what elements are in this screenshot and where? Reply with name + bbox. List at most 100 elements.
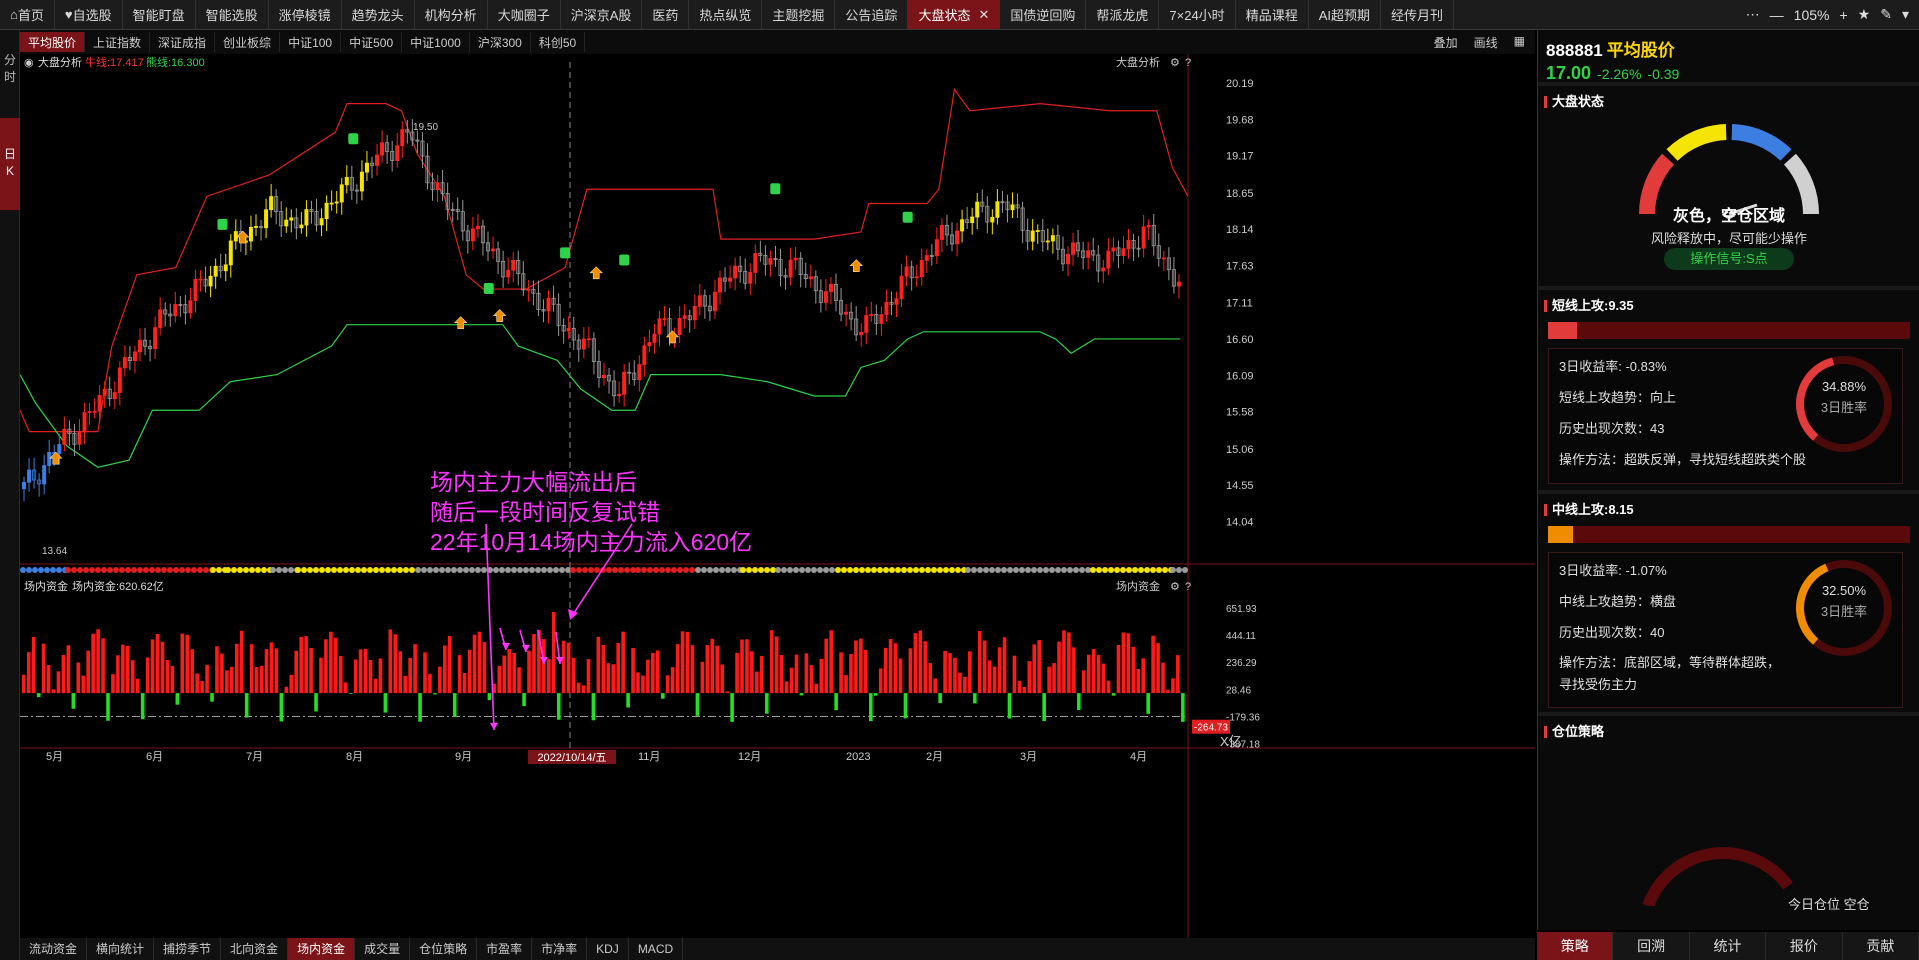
candle-body — [1010, 204, 1015, 211]
nav-item-17[interactable]: 精品课程 — [1236, 0, 1309, 29]
candle-body — [1111, 247, 1116, 252]
rail-tab-daily[interactable]: 日K — [0, 118, 20, 210]
index-tab-4[interactable]: 中证100 — [280, 32, 342, 52]
indicator-tab-3[interactable]: 北向资金 — [221, 938, 289, 960]
status-dot — [859, 567, 865, 573]
nav-item-19[interactable]: 经传月刊 — [1381, 0, 1455, 29]
indicator-tab-8[interactable]: 市净率 — [532, 938, 588, 960]
panel-tab-1[interactable]: 回溯 — [1613, 932, 1690, 960]
status-dot — [775, 567, 781, 573]
flow-bar — [304, 636, 308, 694]
nav-item-13[interactable]: 大盘状态 ✕ — [908, 0, 1001, 29]
panel-tab-2[interactable]: 统计 — [1690, 932, 1767, 960]
nav-item-14[interactable]: 国债逆回购 — [1000, 0, 1087, 29]
index-tab-1[interactable]: 上证指数 — [85, 32, 151, 52]
nav-item-label: 帮派龙虎 — [1096, 8, 1149, 23]
status-dot — [683, 567, 689, 573]
flow-bar — [329, 631, 333, 694]
index-tab-5[interactable]: 中证500 — [341, 32, 403, 52]
minus-icon[interactable]: — — [1770, 7, 1784, 23]
status-dot — [301, 567, 307, 573]
nav-item-5[interactable]: 趋势龙头 — [342, 0, 415, 29]
nav-item-8[interactable]: 沪深京A股 — [561, 0, 643, 29]
flow-bar — [943, 650, 947, 694]
grid-icon[interactable]: ▦ — [1514, 34, 1525, 51]
nav-item-16[interactable]: 7×24小时 — [1159, 0, 1236, 29]
flow-bar — [1131, 646, 1136, 694]
position-today-label: 今日仓位 — [1788, 897, 1841, 912]
position-today: 今日仓位 空仓 — [1788, 894, 1870, 913]
nav-item-label: 精品课程 — [1245, 8, 1298, 23]
sell-signal-icon — [217, 218, 228, 230]
indicator-tab-1[interactable]: 横向统计 — [87, 938, 155, 960]
candle-body — [1106, 250, 1111, 269]
panel-tab-0[interactable]: 策略 — [1537, 932, 1614, 960]
index-tab-7[interactable]: 沪深300 — [470, 32, 531, 52]
star-icon[interactable]: ★ — [1858, 6, 1871, 23]
indicator-tab-5[interactable]: 成交量 — [355, 938, 411, 960]
indicator-tab-0[interactable]: 流动资金 — [20, 938, 88, 960]
nav-item-7[interactable]: 大咖圈子 — [488, 0, 561, 29]
price-tick-label: 14.55 — [1226, 480, 1254, 492]
indicator-tab-10[interactable]: MACD — [629, 938, 684, 960]
flow-bar — [779, 655, 784, 694]
nav-item-3[interactable]: 智能选股 — [196, 0, 269, 29]
nav-item-15[interactable]: 帮派龙虎 — [1086, 0, 1160, 29]
panel-tab-3[interactable]: 报价 — [1766, 932, 1843, 960]
nav-item-11[interactable]: 主题挖掘 — [762, 0, 836, 29]
indicator-tab-2[interactable]: 捕捞季节 — [154, 938, 222, 960]
nav-item-10[interactable]: 热点纵览 — [689, 0, 763, 29]
nav-item-0[interactable]: ⌂ 首页 — [0, 0, 55, 29]
candle-body — [344, 176, 349, 186]
status-dot — [919, 567, 925, 573]
indicator-tab-6[interactable]: 仓位策略 — [410, 938, 478, 960]
nav-item-4[interactable]: 涨停棱镜 — [269, 0, 342, 29]
more-icon[interactable]: ⋯ — [1746, 6, 1760, 23]
status-dot — [1090, 567, 1096, 573]
draw-line-button[interactable]: 画线 — [1474, 34, 1498, 51]
nav-item-9[interactable]: 医药 — [642, 0, 690, 29]
status-dot — [38, 567, 44, 573]
help-icon: ? — [1185, 57, 1191, 69]
status-dot — [313, 567, 319, 573]
flow-bar — [56, 671, 61, 694]
index-tab-3[interactable]: 创业板综 — [215, 32, 281, 52]
candle-body — [334, 201, 339, 204]
panel-tab-4[interactable]: 贡献 — [1843, 932, 1919, 960]
indicator-tab-9[interactable]: KDJ — [587, 938, 629, 960]
status-dot — [752, 567, 758, 573]
nav-item-6[interactable]: 机构分析 — [415, 0, 488, 29]
nav-item-1[interactable]: ♥ 自选股 — [55, 0, 123, 29]
index-tab-6[interactable]: 中证1000 — [402, 32, 470, 52]
status-dot — [373, 567, 379, 573]
rail-tab-daily-label: 日K — [4, 147, 17, 178]
position-today-value: 空仓 — [1843, 897, 1870, 912]
status-dot — [853, 567, 859, 573]
index-tab-2[interactable]: 深证成指 — [150, 32, 216, 52]
indicator-tab-7[interactable]: 市盈率 — [477, 938, 533, 960]
status-dot — [463, 567, 469, 573]
candle-body — [682, 315, 687, 319]
overlay-button[interactable]: 叠加 — [1434, 34, 1458, 51]
flow-bar — [834, 693, 838, 711]
dropdown-icon[interactable]: ▾ — [1902, 6, 1909, 23]
status-dot — [529, 567, 535, 573]
flow-bar — [279, 693, 284, 722]
rail-tab-intraday[interactable]: 分时 — [0, 52, 20, 88]
nav-item-label: 趋势龙头 — [351, 8, 404, 23]
index-tab-0[interactable]: 平均股价 — [20, 32, 86, 52]
status-dot — [511, 567, 517, 573]
nav-item-12[interactable]: 公告追踪 — [835, 0, 909, 29]
indicator-tab-4[interactable]: 场内资金 — [288, 938, 356, 960]
flow-bar — [175, 693, 180, 705]
nav-item-2[interactable]: 智能盯盘 — [123, 0, 196, 29]
close-tab-icon[interactable]: ✕ — [978, 7, 989, 23]
flow-bar — [636, 672, 640, 694]
edit-icon[interactable]: ✎ — [1880, 6, 1892, 23]
nav-item-18[interactable]: AI超预期 — [1309, 0, 1381, 29]
flow-bar — [958, 672, 962, 694]
candle-body — [960, 219, 965, 232]
status-dot — [588, 567, 594, 573]
plus-icon[interactable]: + — [1839, 7, 1847, 23]
index-tab-8[interactable]: 科创50 — [531, 32, 586, 52]
